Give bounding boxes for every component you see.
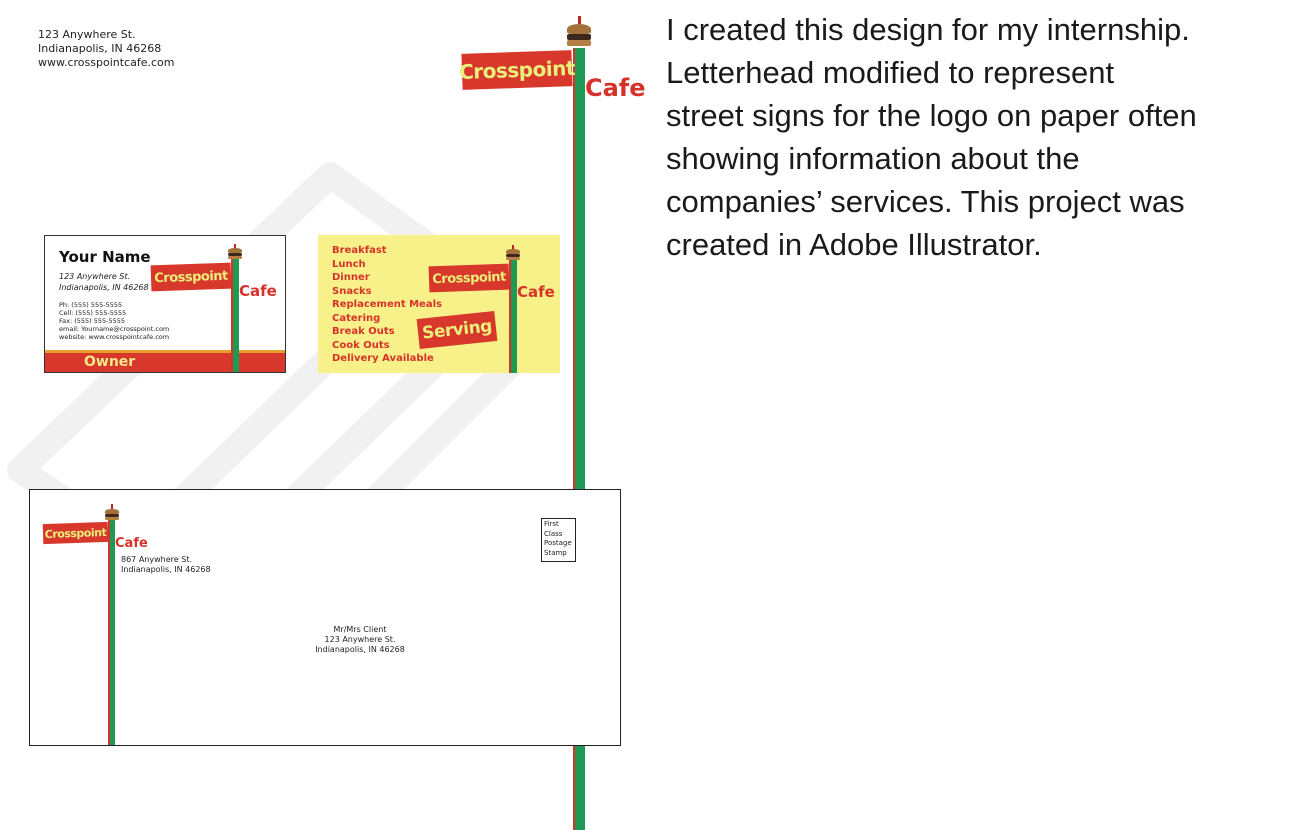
recipient-line2: 123 Anywhere St. — [324, 635, 396, 644]
envelope: Crosspoint Cafe 867 Anywhere St. Indiana… — [29, 489, 621, 746]
card-title-band: Owner — [45, 350, 285, 372]
letterhead-address-line2: Indianapolis, IN 46268 — [38, 42, 162, 55]
stamp-line: First — [544, 520, 559, 528]
description-line: showing information about the — [666, 141, 1080, 176]
letterhead-website: www.crosspointcafe.com — [38, 56, 175, 69]
envelope-logo-pole — [108, 520, 115, 745]
card-logo-pole — [231, 256, 239, 372]
stamp-line: Postage — [544, 539, 572, 547]
card-fax: Fax: (555) 555-5555 — [59, 317, 126, 325]
burger-icon — [105, 504, 119, 521]
postage-stamp-box: First Class Postage Stamp — [541, 518, 576, 562]
description-line: companies’ services. This project was — [666, 184, 1185, 219]
description-line: street signs for the logo on paper often — [666, 98, 1197, 133]
letterhead-address: 123 Anywhere St. Indianapolis, IN 46268 … — [38, 28, 174, 70]
card-email: email: Yourname@crosspoint.com — [59, 325, 170, 333]
return-address-line2: Indianapolis, IN 46268 — [121, 565, 211, 574]
service-item: Lunch — [332, 258, 366, 270]
letterhead-logo-cafe: Cafe — [585, 74, 646, 102]
card-website: website: www.crosspointcafe.com — [59, 333, 170, 341]
project-description: I created this design for my internship.… — [666, 8, 1286, 266]
letterhead-logo-sign: Crosspoint — [459, 50, 575, 90]
card-cell: Cell: (555) 555-5555 — [59, 309, 127, 317]
card-name: Your Name — [59, 248, 151, 266]
card-logo-cafe: Cafe — [239, 282, 277, 300]
return-address-line1: 867 Anywhere St. — [121, 555, 192, 564]
return-address: 867 Anywhere St. Indianapolis, IN 46268 — [121, 555, 211, 575]
service-item: Snacks — [332, 285, 372, 297]
business-card-front: Your Name 123 Anywhere St. Indianapolis,… — [44, 235, 286, 373]
card-address-line2: Indianapolis, IN 46268 — [59, 283, 149, 292]
service-item: Dinner — [332, 272, 370, 283]
burger-icon — [567, 16, 591, 48]
card-logo-sign: Crosspoint — [150, 262, 232, 292]
recipient-address: Mr/Mrs Client 123 Anywhere St. Indianapo… — [290, 625, 430, 655]
card-back-logo-pole — [509, 259, 517, 373]
card-back-logo-sign: Crosspoint — [428, 263, 510, 293]
letterhead-address-line1: 123 Anywhere St. — [38, 28, 136, 41]
burger-icon — [228, 244, 242, 260]
burger-icon — [506, 245, 520, 261]
card-phone: Ph: (555) 555-5555 — [59, 301, 123, 309]
recipient-line3: Indianapolis, IN 46268 — [315, 645, 405, 654]
service-item: Breakfast — [332, 245, 387, 256]
card-title: Owner — [84, 354, 136, 370]
service-item: Delivery Available — [332, 353, 434, 364]
description-line: Letterhead modified to represent — [666, 55, 1115, 90]
card-back-logo-cafe: Cafe — [517, 283, 555, 301]
description-line: I created this design for my internship. — [666, 12, 1190, 47]
card-contact: Ph: (555) 555-5555 Cell: (555) 555-5555 … — [59, 301, 169, 341]
card-address: 123 Anywhere St. Indianapolis, IN 46268 — [59, 271, 149, 293]
business-card-back: Breakfast Lunch Dinner Snacks Replacemen… — [318, 235, 560, 373]
description-line: created in Adobe Illustrator. — [666, 227, 1042, 262]
stamp-line: Class — [544, 529, 563, 538]
envelope-logo-cafe: Cafe — [115, 536, 148, 551]
stamp-line: Stamp — [544, 548, 567, 557]
service-item: Replacement Meals — [332, 299, 442, 310]
envelope-logo-sign: Crosspoint — [42, 521, 109, 545]
recipient-line1: Mr/Mrs Client — [333, 625, 387, 634]
card-address-line1: 123 Anywhere St. — [59, 272, 131, 281]
